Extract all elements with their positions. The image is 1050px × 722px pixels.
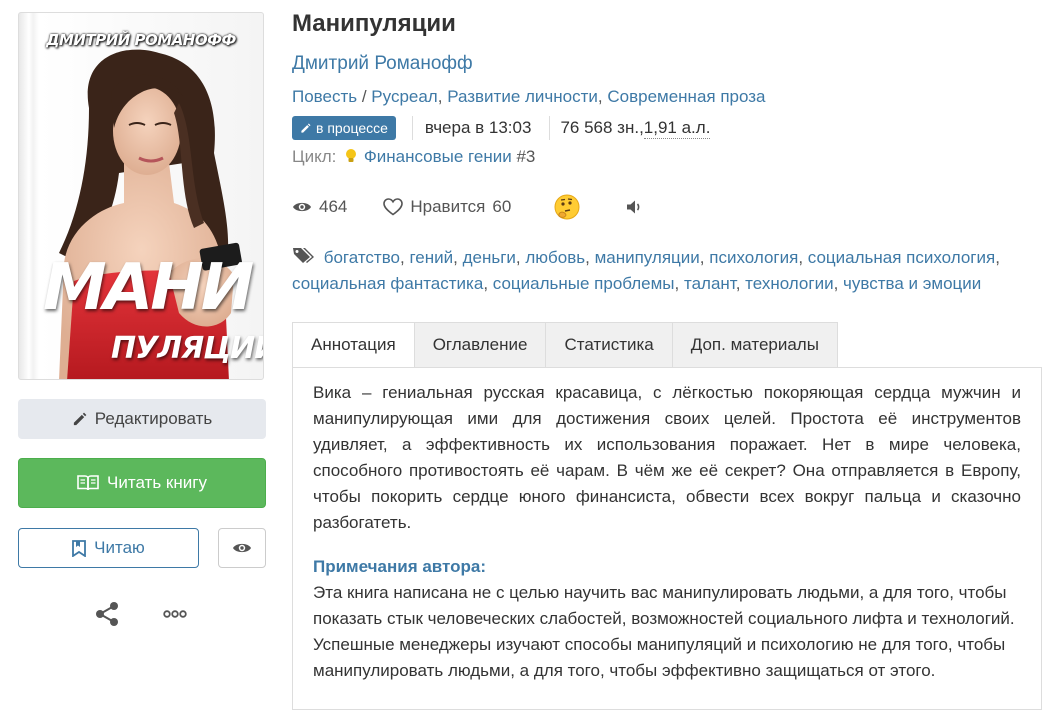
cover-title-line-2: ПУЛЯЦИИ xyxy=(111,331,264,366)
pencil-icon xyxy=(73,412,87,425)
stats-bar: 464 Нравится 60 xyxy=(292,192,645,222)
cover-author-text: ДМИТРИЙ РОМАНОФФ xyxy=(46,31,236,49)
like-button[interactable]: Нравится 60 xyxy=(383,197,511,217)
likes-count: 60 xyxy=(492,197,512,216)
book-tabs: Аннотация Оглавление Статистика Доп. мат… xyxy=(292,322,838,368)
watch-button[interactable] xyxy=(218,528,266,568)
status-badge: в процессе xyxy=(292,116,396,140)
tag-link[interactable]: социальная фантастика xyxy=(292,274,483,293)
updated-time: вчера в 13:03 xyxy=(424,118,532,137)
status-label: в процессе xyxy=(316,120,388,136)
audio-button[interactable] xyxy=(625,199,645,215)
read-book-label: Читать книгу xyxy=(107,473,207,492)
share-icon[interactable] xyxy=(93,600,121,628)
genres-line: Повесть / Русреал, Развитие личности, Со… xyxy=(292,87,766,107)
edit-button[interactable]: Редактировать xyxy=(18,399,266,439)
cycle-label: Цикл: xyxy=(292,147,337,166)
genre-link[interactable]: Развитие личности xyxy=(447,87,598,106)
reading-button[interactable]: Читаю xyxy=(18,528,199,568)
heart-icon xyxy=(383,198,404,216)
read-book-button[interactable]: Читать книгу xyxy=(18,458,266,508)
more-icon[interactable] xyxy=(161,602,189,626)
likes-label: Нравится xyxy=(410,197,486,216)
tag-link[interactable]: психология xyxy=(709,248,798,267)
genre-link[interactable]: Повесть xyxy=(292,87,357,106)
tag-link[interactable]: манипуляции xyxy=(595,248,700,267)
views-count: 464 xyxy=(319,197,348,216)
eye-icon xyxy=(233,543,251,553)
cover-title-line-1: МАНИ xyxy=(43,251,254,325)
comma: , xyxy=(597,87,608,106)
cycle-line: Цикл: Финансовые гении #3 xyxy=(292,147,535,167)
annotation-text: Вика – гениальная русская красавица, с л… xyxy=(313,383,1021,532)
genre-separator: / xyxy=(357,87,372,106)
comma: , xyxy=(437,87,448,106)
tag-link[interactable]: богатство xyxy=(324,248,400,267)
tag-link[interactable]: социальные проблемы xyxy=(493,274,675,293)
tag-link[interactable]: гений xyxy=(409,248,453,267)
tag-link[interactable]: талант xyxy=(684,274,736,293)
left-column: ДМИТРИЙ РОМАНОФФ МАНИ ПУЛЯЦИИ Редактиров… xyxy=(18,12,266,626)
annotation-panel: Вика – гениальная русская красавица, с л… xyxy=(292,367,1042,710)
cycle-number: #3 xyxy=(516,147,536,166)
book-meta: в процессе вчера в 13:03 76 568 зн., 1,9… xyxy=(292,115,711,141)
thinking-emoji-icon xyxy=(554,194,580,220)
speaker-icon xyxy=(627,200,640,214)
edit-button-label: Редактировать xyxy=(94,409,213,428)
open-book-icon xyxy=(77,475,99,491)
tag-icon xyxy=(293,248,314,263)
cycle-link[interactable]: Финансовые гении xyxy=(364,147,512,166)
reading-button-label: Читаю xyxy=(94,538,145,557)
tab-statistics[interactable]: Статистика xyxy=(546,322,673,368)
tab-extra-materials[interactable]: Доп. материалы xyxy=(672,322,838,368)
book-size-sheets[interactable]: 1,91 а.л. xyxy=(643,118,711,139)
genre-link[interactable]: Русреал xyxy=(371,87,437,106)
author-notes-text: Эта книга написана не с целью научить ва… xyxy=(313,583,1015,680)
genre-link[interactable]: Современная проза xyxy=(607,87,765,106)
pencil-icon xyxy=(301,122,311,133)
views-stat: 464 xyxy=(292,197,347,217)
tag-link[interactable]: технологии xyxy=(745,274,833,293)
tags-list: богатство, гений, деньги, любовь, манипу… xyxy=(292,248,1000,293)
tag-link[interactable]: социальная психология xyxy=(808,248,995,267)
author-link[interactable]: Дмитрий Романофф xyxy=(292,53,473,75)
tag-link[interactable]: любовь xyxy=(525,248,585,267)
divider xyxy=(411,116,413,140)
tab-annotation[interactable]: Аннотация xyxy=(292,322,415,368)
tag-link[interactable]: деньги xyxy=(463,248,516,267)
bulb-icon xyxy=(346,149,357,162)
reaction-button[interactable] xyxy=(553,193,581,221)
tag-link[interactable]: чувства и эмоции xyxy=(843,274,981,293)
author-notes-title: Примечания автора: xyxy=(313,557,487,576)
bookmark-icon xyxy=(72,539,87,557)
book-cover[interactable]: ДМИТРИЙ РОМАНОФФ МАНИ ПУЛЯЦИИ xyxy=(18,12,264,380)
eye-icon xyxy=(293,202,311,212)
book-title: Манипуляции xyxy=(292,10,456,37)
tab-contents[interactable]: Оглавление xyxy=(414,322,547,368)
book-size: 76 568 зн., xyxy=(560,118,644,137)
divider xyxy=(549,116,551,140)
